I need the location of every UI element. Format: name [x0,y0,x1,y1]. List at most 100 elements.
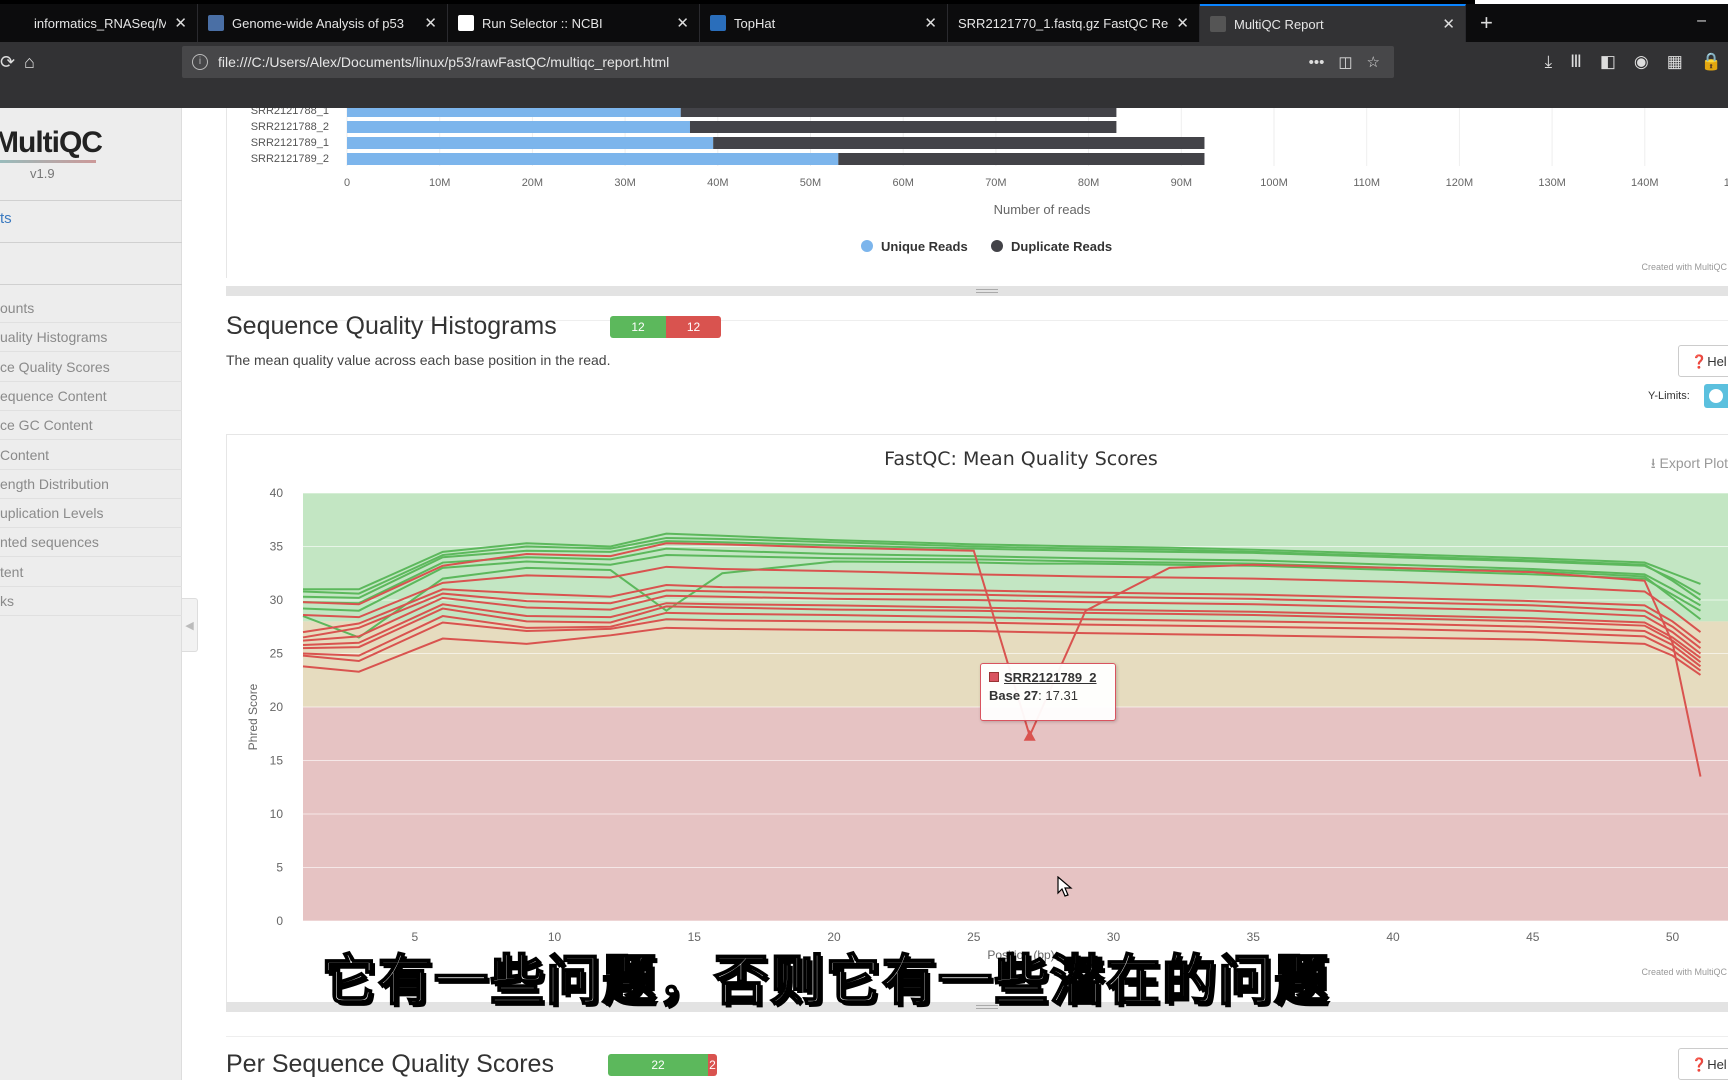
close-tab-icon[interactable]: ✕ [676,14,689,32]
video-subtitle: 它有一些问题，否则它有一些潜在的问题 [321,948,1330,1013]
help-button[interactable]: ❓Hel [1678,345,1728,377]
y-tick-label: SRR2121789_2 [251,153,329,165]
pocket-icon[interactable]: ◫ [1338,53,1352,71]
more-icon[interactable]: ••• [1309,54,1325,71]
download-icon[interactable]: ⤓ [1545,52,1553,72]
x-tick-label: 50M [800,177,821,189]
home-icon[interactable]: ⌂ [24,52,35,73]
logo-underline [0,160,96,163]
library-icon[interactable]: Ⅲ [1570,52,1582,72]
x-tick-label: 40 [1386,930,1400,944]
bar-unique[interactable] [347,121,690,133]
y-tick-label: 40 [270,486,284,500]
tooltip-sample: SRR2121789_2 [1004,670,1097,685]
bookmark-star-icon[interactable]: ☆ [1367,53,1380,71]
close-tab-icon[interactable]: ✕ [1442,15,1455,33]
sidebar-item[interactable]: ounts [0,294,182,323]
sidebar-item[interactable]: ce GC Content [0,411,182,441]
chart-credit[interactable]: Created with MultiQC [1641,967,1727,977]
duplicates-bar-chart-panel: 0 10M 20M 30M 40M 50M 60M 70M 80M 90M 100M 110M 120M… [226,108,1728,278]
browser-tab[interactable]: Genome-wide Analysis of p53 ✕ [198,4,448,42]
close-tab-icon[interactable]: ✕ [924,14,937,32]
reload-icon[interactable]: ⟳ [0,52,15,73]
browser-tab-bar: informatics_RNASeq/Mouse✕Genome-wide Ana… [0,4,1728,42]
badge-pass: 22 [608,1054,708,1076]
minimize-button[interactable]: – [1697,12,1706,30]
browser-tab[interactable]: Run Selector :: NCBI ✕ [448,4,700,42]
account-icon[interactable]: ◉ [1634,52,1649,72]
legend-marker[interactable] [861,240,873,252]
browser-tab[interactable]: MultiQC Report ✕ [1200,4,1466,42]
sidebar-item[interactable]: ength Distribution [0,470,182,499]
sidebar-item[interactable]: ks [0,587,182,616]
sidebar-item[interactable]: nted sequences [0,528,182,558]
bar-unique[interactable] [347,137,714,149]
series-color-swatch [989,672,999,682]
bar-duplicate[interactable] [713,137,1205,149]
legend-label[interactable]: Duplicate Reads [1011,239,1112,254]
bar-unique[interactable] [347,153,839,165]
browser-nav-bar: ⟳ ⌂ i file:///C:/Users/Alex/Documents/li… [0,42,1728,108]
bar-row[interactable]: SRR2121788_2 [251,121,1117,133]
browser-tab[interactable]: informatics_RNASeq/Mouse ✕ [0,4,198,42]
tab-title: Genome-wide Analysis of p53 [232,15,404,31]
y-tick-label: SRR2121788_1 [251,108,329,117]
next-section-title: Per Sequence Quality Scores [226,1050,554,1078]
bar-duplicate[interactable] [680,108,1117,117]
export-plot-button[interactable]: ⭳ Export Plot [1651,453,1728,477]
report-content: 0 10M 20M 30M 40M 50M 60M 70M 80M 90M 100M 110M 120M… [226,108,1728,1080]
multiqc-logo[interactable]: MultiQC [0,126,103,160]
ylimits-toggle[interactable] [1704,384,1728,408]
help-label: Hel [1707,354,1727,369]
info-icon[interactable]: i [192,54,208,70]
url-bar[interactable]: i file:///C:/Users/Alex/Documents/linux/… [182,46,1394,78]
close-tab-icon[interactable]: ✕ [1176,14,1189,32]
sidebar-item[interactable]: ce Quality Scores [0,353,182,382]
legend-marker[interactable] [991,240,1003,252]
sidebar-icon[interactable]: ◧ [1600,52,1616,72]
x-tick-label: 110M [1353,177,1380,189]
badge-fail: 12 [666,316,721,338]
divider [0,284,182,285]
sidebar-item[interactable]: Content [0,441,182,470]
close-tab-icon[interactable]: ✕ [424,14,437,32]
y-tick-label: 25 [270,647,284,661]
bar-row[interactable]: SRR2121789_2 [251,153,1205,165]
lock-icon[interactable]: 🔒 [1701,52,1722,72]
divider [0,242,182,243]
browser-tab[interactable]: TopHat ✕ [700,4,948,42]
browser-tab[interactable]: SRR2121770_1.fastq.gz FastQC Repo ✕ [948,4,1200,42]
help-icon: ❓ [1691,354,1708,369]
x-tick-label: 0 [344,177,350,189]
bar-duplicate[interactable] [689,121,1117,133]
x-tick-label: 100M [1260,177,1288,189]
chart-credit[interactable]: Created with MultiQC [1641,262,1727,272]
sidebar-item[interactable]: uality Histograms [0,323,182,353]
badge-fail: 2 [708,1054,717,1076]
mean-quality-line-chart: FastQC: Mean Quality Scores 0 5 10 15 20 25 30 3… [246,448,1728,977]
sidebar-collapse-toggle[interactable]: ◀ [182,598,198,652]
url-text[interactable]: file:///C:/Users/Alex/Documents/linux/p5… [218,54,1309,70]
bar-row[interactable]: SRR2121788_1 [251,108,1117,117]
x-tick-label: 45 [1526,930,1540,944]
legend-label[interactable]: Unique Reads [881,239,968,254]
x-tick-label: 10M [429,177,450,189]
new-tab-button[interactable]: + [1466,4,1507,42]
bar-row[interactable]: SRR2121789_1 [251,137,1205,149]
sidebar-item[interactable]: tent [0,558,182,587]
sidebar-item[interactable]: uplication Levels [0,499,182,529]
quality-line-chart-panel: FastQC: Mean Quality Scores 0 5 10 15 20 25 30 3… [226,434,1728,1006]
bar-duplicate[interactable] [838,153,1205,165]
y-tick-label: 0 [276,914,283,928]
plot-resize-handle[interactable] [226,286,1728,296]
x-tick-label: 130M [1538,177,1566,189]
sidebar-item[interactable]: equence Content [0,382,182,411]
extensions-icon[interactable]: ▦ [1667,52,1683,72]
next-help-button[interactable]: ❓Hel [1678,1048,1728,1080]
sidebar-top-link[interactable]: ts [0,210,12,227]
y-tick-label: 15 [270,754,284,768]
bar-unique[interactable] [347,108,681,117]
help-label: Hel [1707,1057,1727,1072]
close-tab-icon[interactable]: ✕ [174,14,187,32]
y-axis-label: Phred Score [246,683,260,750]
